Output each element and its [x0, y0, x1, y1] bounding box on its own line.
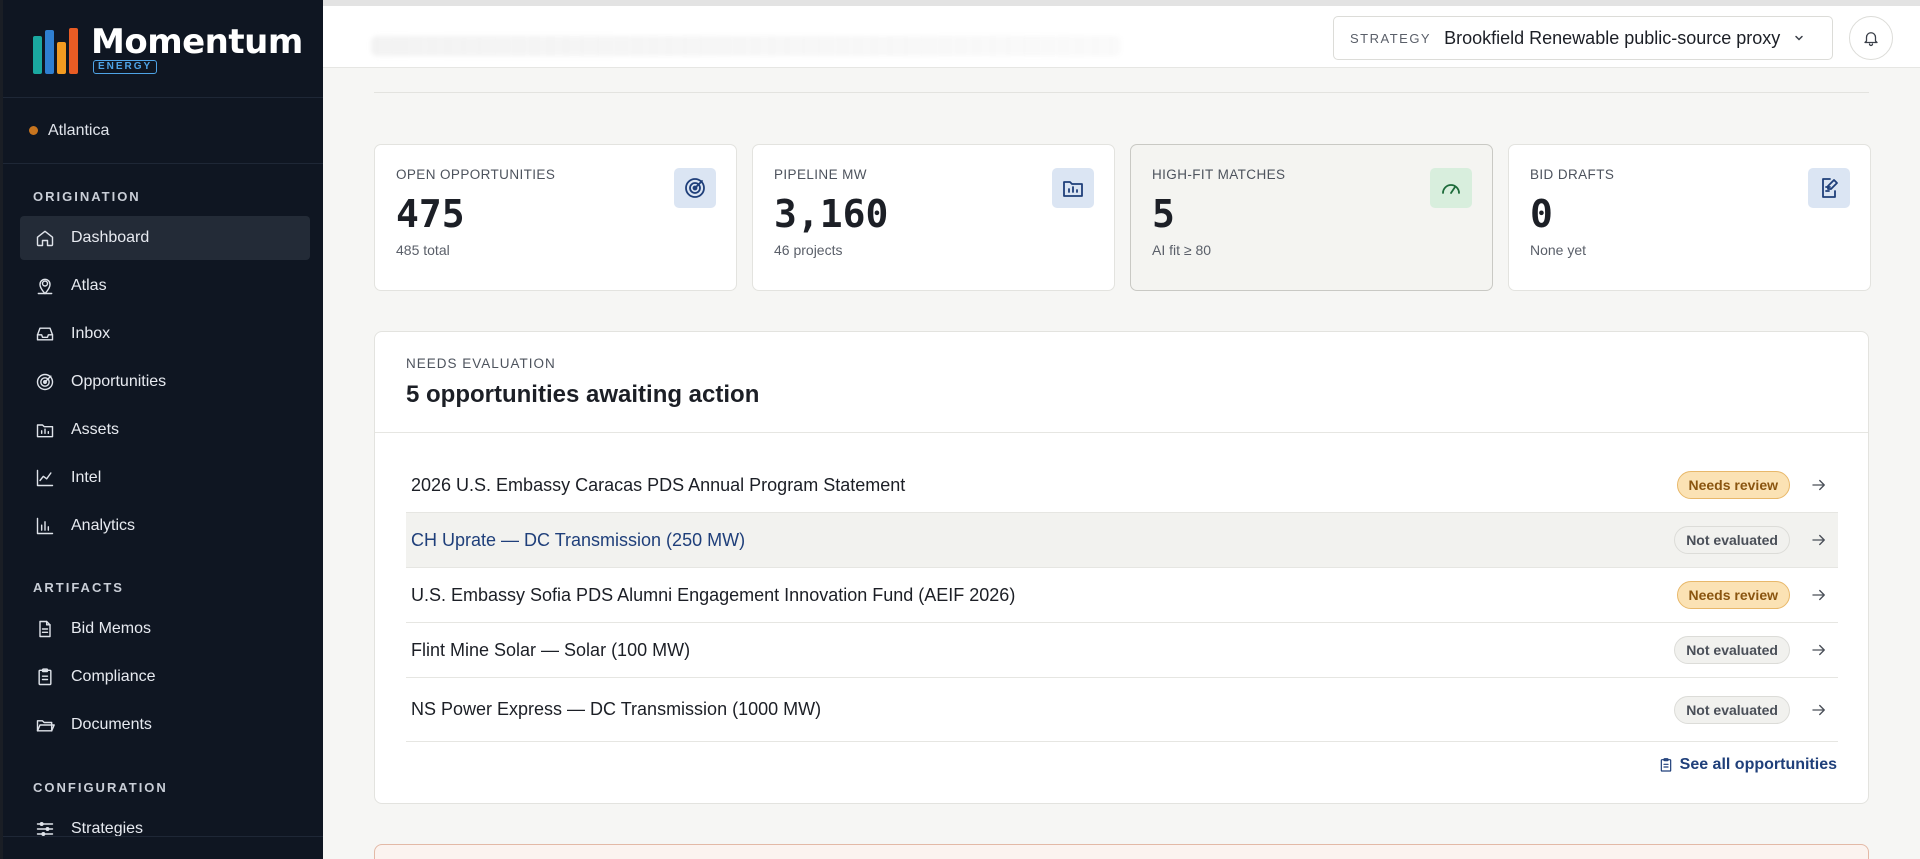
- sidebar-item-label: Documents: [71, 716, 152, 733]
- strategy-value: Brookfield Renewable public-source proxy: [1444, 27, 1781, 48]
- sidebar-item-compliance[interactable]: Compliance: [20, 655, 310, 699]
- opportunity-title: 2026 U.S. Embassy Caracas PDS Annual Pro…: [411, 474, 906, 495]
- arrow-right-icon[interactable]: [1810, 531, 1828, 549]
- topbar: STRATEGY Brookfield Renewable public-sou…: [323, 0, 1920, 68]
- sidebar-item-dashboard[interactable]: Dashboard: [20, 216, 310, 260]
- home-icon: [34, 227, 56, 249]
- sidebar-item-atlas[interactable]: Atlas: [20, 264, 310, 308]
- gauge-icon: [1430, 168, 1472, 208]
- sidebar-item-label: Opportunities: [71, 373, 167, 390]
- notifications-button[interactable]: [1849, 16, 1893, 60]
- strategy-label: STRATEGY: [1350, 30, 1432, 46]
- opportunity-row[interactable]: 2026 U.S. Embassy Caracas PDS Annual Pro…: [406, 458, 1838, 513]
- sidebar-item-label: Assets: [71, 421, 120, 438]
- sidebar-item-label: Atlas: [71, 277, 107, 294]
- topbar-placeholder: [371, 36, 1121, 56]
- document-icon: [34, 618, 56, 640]
- bell-icon: [1864, 32, 1878, 47]
- needs-evaluation-panel: NEEDS EVALUATION 5 opportunities awaitin…: [374, 331, 1869, 804]
- opportunity-title: CH Uprate — DC Transmission (250 MW): [411, 529, 746, 550]
- opportunity-title: Flint Mine Solar — Solar (100 MW): [411, 639, 691, 660]
- kpi-sub: 485 total: [396, 242, 450, 258]
- line-chart-icon: [34, 467, 56, 489]
- clipboard-icon: [1660, 758, 1671, 772]
- opportunity-row[interactable]: U.S. Embassy Sofia PDS Alumni Engagement…: [406, 568, 1838, 623]
- status-badge: Not evaluated: [1674, 636, 1790, 664]
- opportunity-title: U.S. Embassy Sofia PDS Alumni Engagement…: [411, 584, 1016, 605]
- sidebar: Momentum ENERGY Atlantica ORIGINATION Da…: [0, 0, 323, 859]
- kpi-open-opportunities[interactable]: OPEN OPPORTUNITIES 475 485 total: [374, 144, 737, 291]
- kpi-sub: AI fit ≥ 80: [1152, 242, 1212, 258]
- sidebar-item-strategies[interactable]: Strategies: [20, 807, 310, 851]
- sidebar-item-label: Bid Memos: [71, 620, 152, 637]
- sidebar-item-label: Compliance: [71, 668, 156, 685]
- org-switcher[interactable]: Atlantica: [3, 98, 323, 164]
- sidebar-item-intel[interactable]: Intel: [20, 456, 310, 500]
- org-name: Atlantica: [48, 121, 110, 139]
- target-icon: [34, 371, 56, 393]
- arrow-right-icon[interactable]: [1810, 476, 1828, 494]
- brand-name: Momentum: [91, 21, 303, 62]
- kpi-sub: None yet: [1530, 242, 1587, 258]
- folder-chart-icon: [1052, 168, 1094, 208]
- folder-open-icon: [34, 714, 56, 736]
- opportunity-title: NS Power Express — DC Transmission (1000…: [411, 699, 822, 719]
- kpi-sub: 46 projects: [774, 242, 843, 258]
- sidebar-item-label: Analytics: [71, 517, 136, 534]
- status-badge: Needs review: [1676, 471, 1790, 499]
- sidebar-item-inbox[interactable]: Inbox: [20, 312, 310, 356]
- status-badge: Needs review: [1676, 581, 1790, 609]
- map-pin-icon: [34, 275, 56, 297]
- sidebar-item-assets[interactable]: Assets: [20, 408, 310, 452]
- panel-header: NEEDS EVALUATION 5 opportunities awaitin…: [375, 332, 1868, 433]
- edit-document-icon: [1808, 168, 1850, 208]
- see-all-label: See all opportunities: [1679, 756, 1837, 773]
- kpi-high-fit-matches[interactable]: HIGH-FIT MATCHES 5 AI fit ≥ 80: [1130, 144, 1493, 291]
- status-badge: Not evaluated: [1674, 526, 1790, 554]
- strategy-select[interactable]: STRATEGY Brookfield Renewable public-sou…: [1333, 16, 1833, 60]
- brand-logo[interactable]: Momentum ENERGY: [3, 0, 323, 98]
- sidebar-item-bid-memos[interactable]: Bid Memos: [20, 607, 310, 651]
- panel-eyebrow: NEEDS EVALUATION: [406, 356, 556, 371]
- nav-section-configuration: CONFIGURATION: [33, 780, 168, 795]
- arrow-right-icon[interactable]: [1810, 701, 1828, 719]
- org-status-dot: [29, 126, 38, 135]
- target-icon: [674, 168, 716, 208]
- sidebar-item-opportunities[interactable]: Opportunities: [20, 360, 310, 404]
- sidebar-item-label: Dashboard: [71, 229, 150, 246]
- arrow-right-icon[interactable]: [1810, 586, 1828, 604]
- see-all-opportunities-link[interactable]: See all opportunities: [1658, 756, 1837, 774]
- folder-chart-icon: [34, 419, 56, 441]
- sidebar-item-analytics[interactable]: Analytics: [20, 504, 310, 548]
- brand-sub: ENERGY: [93, 59, 158, 74]
- bar-chart-icon: [34, 515, 56, 537]
- opportunity-row[interactable]: Flint Mine Solar — Solar (100 MW) Not ev…: [406, 623, 1838, 678]
- momentum-logo-icon: [33, 24, 85, 74]
- sidebar-divider: [3, 836, 323, 837]
- nav-section-artifacts: ARTIFACTS: [33, 580, 124, 595]
- clipboard-icon: [34, 666, 56, 688]
- opportunity-row[interactable]: CH Uprate — DC Transmission (250 MW) Not…: [406, 513, 1838, 568]
- arrow-right-icon[interactable]: [1810, 641, 1828, 659]
- sidebar-item-label: Intel: [71, 469, 102, 486]
- sidebar-item-label: Inbox: [71, 325, 111, 342]
- header-divider: [374, 92, 1869, 93]
- kpi-pipeline-mw[interactable]: PIPELINE MW 3,160 46 projects: [752, 144, 1115, 291]
- nav-section-origination: ORIGINATION: [33, 189, 141, 204]
- alert-panel: [374, 844, 1869, 859]
- status-badge: Not evaluated: [1674, 695, 1790, 724]
- chevron-down-icon: [1795, 35, 1804, 41]
- sidebar-item-documents[interactable]: Documents: [20, 703, 310, 747]
- kpi-bid-drafts[interactable]: BID DRAFTS 0 None yet: [1508, 144, 1871, 291]
- inbox-icon: [34, 323, 56, 345]
- opportunity-row[interactable]: NS Power Express — DC Transmission (1000…: [406, 678, 1838, 742]
- panel-title: 5 opportunities awaiting action: [406, 381, 760, 408]
